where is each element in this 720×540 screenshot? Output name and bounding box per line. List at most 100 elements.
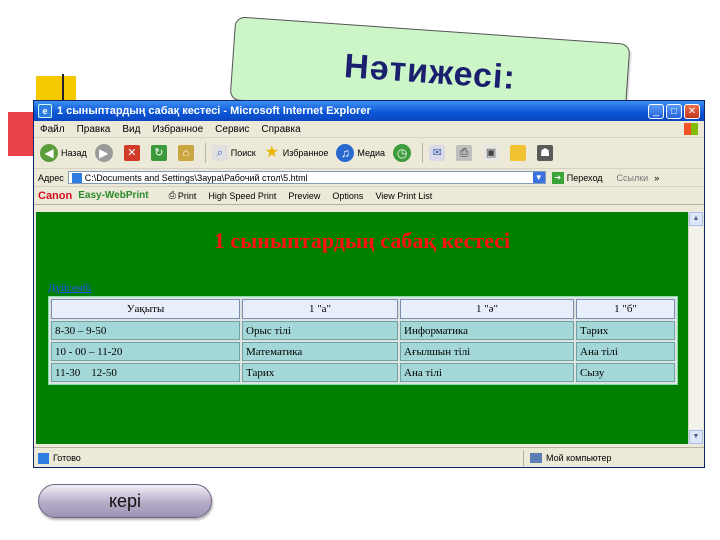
refresh-button[interactable]: ↻: [150, 145, 170, 161]
page-heading: 1 сыныптардың сабақ кестесі: [213, 228, 511, 253]
canon-logo: Canon: [38, 189, 73, 202]
table-row: 10 - 00 – 11-20 Математика Ағылшын тілі …: [51, 342, 675, 361]
mail-icon: ✉: [429, 145, 446, 161]
table-cell: Математика: [242, 342, 398, 361]
favorites-button[interactable]: ★ Избранное: [264, 145, 329, 161]
back-slide-button[interactable]: кері: [38, 484, 212, 518]
vertical-scrollbar[interactable]: ▲ ▼: [688, 212, 703, 444]
back-slide-label: кері: [108, 490, 142, 511]
search-label: Поиск: [230, 148, 256, 158]
zone-label: Мой компьютер: [546, 453, 612, 463]
page-icon: [71, 172, 82, 183]
scroll-up-icon[interactable]: ▲: [689, 212, 703, 226]
standard-toolbar: ◀ Назад ▶ ✕ ↻ ⌂ ⌕ Поиск ★ Избранное ♫ Ме…: [34, 138, 704, 169]
status-text: Готово: [53, 453, 81, 463]
options-button[interactable]: Options: [332, 191, 363, 201]
toolbar-separator: [422, 143, 424, 163]
canon-toolbar: Canon Easy-WebPrint ⎙ Print High Speed P…: [34, 187, 704, 205]
links-label[interactable]: Ссылки: [617, 173, 649, 183]
minimize-button[interactable]: _: [648, 103, 664, 119]
go-button[interactable]: ➔ Переход: [551, 171, 603, 184]
table-cell: 11-30 12-50: [51, 363, 240, 382]
history-icon: ◷: [393, 144, 412, 162]
preview-button[interactable]: Preview: [288, 191, 320, 201]
view-print-list-button[interactable]: View Print List: [375, 191, 432, 201]
ie-icon: e: [38, 104, 52, 118]
table-cell: Орыс тілі: [242, 321, 398, 340]
table-cell: 10 - 00 – 11-20: [51, 342, 240, 361]
go-label: Переход: [566, 172, 603, 183]
back-label: Назад: [61, 148, 87, 158]
folder-icon: [510, 145, 527, 161]
forward-arrow-icon: ▶: [94, 144, 113, 162]
column-header: 1 "б": [576, 299, 675, 319]
favorites-label: Избранное: [282, 148, 329, 158]
close-button[interactable]: ✕: [684, 103, 700, 119]
menu-tools[interactable]: Сервис: [215, 124, 249, 135]
page-status-icon: [38, 452, 49, 464]
maximize-button[interactable]: □: [666, 103, 682, 119]
toolbar-separator: [204, 143, 206, 163]
back-button[interactable]: ◀ Назад: [40, 144, 87, 162]
table-row: 8-30 – 9-50 Орыс тілі Информатика Тарих: [51, 321, 675, 340]
status-bar: Готово Мой компьютер: [34, 447, 704, 467]
edit-icon: ▣: [483, 145, 500, 161]
scroll-down-icon[interactable]: ▼: [689, 430, 703, 444]
canon-print-button[interactable]: Print: [178, 191, 197, 201]
address-label: Адрес: [38, 172, 64, 183]
media-icon: ♫: [336, 144, 355, 162]
forward-button[interactable]: ▶: [94, 144, 116, 162]
home-icon: ⌂: [177, 145, 194, 161]
menu-view[interactable]: Вид: [122, 124, 140, 135]
stop-icon: ✕: [123, 145, 140, 161]
back-arrow-icon: ◀: [40, 144, 58, 162]
address-value: C:\Documents and Settings\Заура\Рабочий …: [84, 172, 308, 183]
table-cell: Тарих: [242, 363, 398, 382]
mail-button[interactable]: ✉: [429, 145, 448, 161]
search-button[interactable]: ⌕ Поиск: [211, 145, 256, 161]
page-content: 1 сыныптардың сабақ кестесі Дүйсенбі Уақ…: [36, 212, 688, 444]
search-icon: ⌕: [211, 145, 228, 161]
table-cell: Ана тілі: [576, 342, 675, 361]
messenger-button[interactable]: ☗: [537, 145, 556, 161]
table-header-row: Уақыты 1 "а" 1 "ә" 1 "б": [51, 299, 675, 319]
column-header: 1 "ә": [400, 299, 574, 319]
menu-favorites[interactable]: Избранное: [152, 124, 203, 135]
window-titlebar[interactable]: e 1 сыныптардың сабақ кестесі - Microsof…: [34, 101, 704, 121]
table-cell: 8-30 – 9-50: [51, 321, 240, 340]
messenger-icon: ☗: [537, 145, 554, 161]
printer-icon: ⎙: [456, 145, 473, 161]
table-row: 11-30 12-50 Тарих Ана тілі Сызу: [51, 363, 675, 382]
browser-window: e 1 сыныптардың сабақ кестесі - Microsof…: [33, 100, 705, 468]
stop-button[interactable]: ✕: [123, 145, 143, 161]
print-button[interactable]: ⎙: [456, 145, 475, 161]
print-icon: ⎙: [168, 190, 176, 200]
table-cell: Информатика: [400, 321, 574, 340]
address-bar: Адрес C:\Documents and Settings\Заура\Ра…: [34, 169, 704, 187]
home-button[interactable]: ⌂: [177, 145, 197, 161]
menu-bar: Файл Правка Вид Избранное Сервис Справка: [34, 121, 704, 138]
address-input[interactable]: C:\Documents and Settings\Заура\Рабочий …: [67, 171, 546, 184]
computer-icon: [530, 453, 542, 463]
media-label: Медиа: [357, 148, 386, 158]
folder-button[interactable]: [510, 145, 529, 161]
windows-logo-icon: [684, 123, 698, 135]
high-speed-print-button[interactable]: High Speed Print: [208, 191, 276, 201]
menu-file[interactable]: Файл: [40, 124, 65, 135]
table-cell: Сызу: [576, 363, 675, 382]
address-dropdown-icon[interactable]: ▼: [532, 172, 545, 183]
security-zone: Мой компьютер: [523, 450, 612, 466]
toolbar-overflow-icon[interactable]: »: [654, 173, 659, 183]
menu-edit[interactable]: Правка: [77, 124, 111, 135]
table-cell: Ағылшын тілі: [400, 342, 574, 361]
refresh-icon: ↻: [150, 145, 167, 161]
day-label: Дүйсенбі: [48, 282, 92, 294]
go-arrow-icon: ➔: [551, 171, 564, 184]
media-button[interactable]: ♫ Медиа: [336, 144, 385, 162]
column-header: 1 "а": [242, 299, 398, 319]
edit-button[interactable]: ▣: [483, 145, 502, 161]
easy-webprint-menu[interactable]: Easy-WebPrint: [78, 190, 148, 201]
history-button[interactable]: ◷: [393, 144, 414, 162]
menu-help[interactable]: Справка: [261, 124, 300, 135]
table-cell: Тарих: [576, 321, 675, 340]
